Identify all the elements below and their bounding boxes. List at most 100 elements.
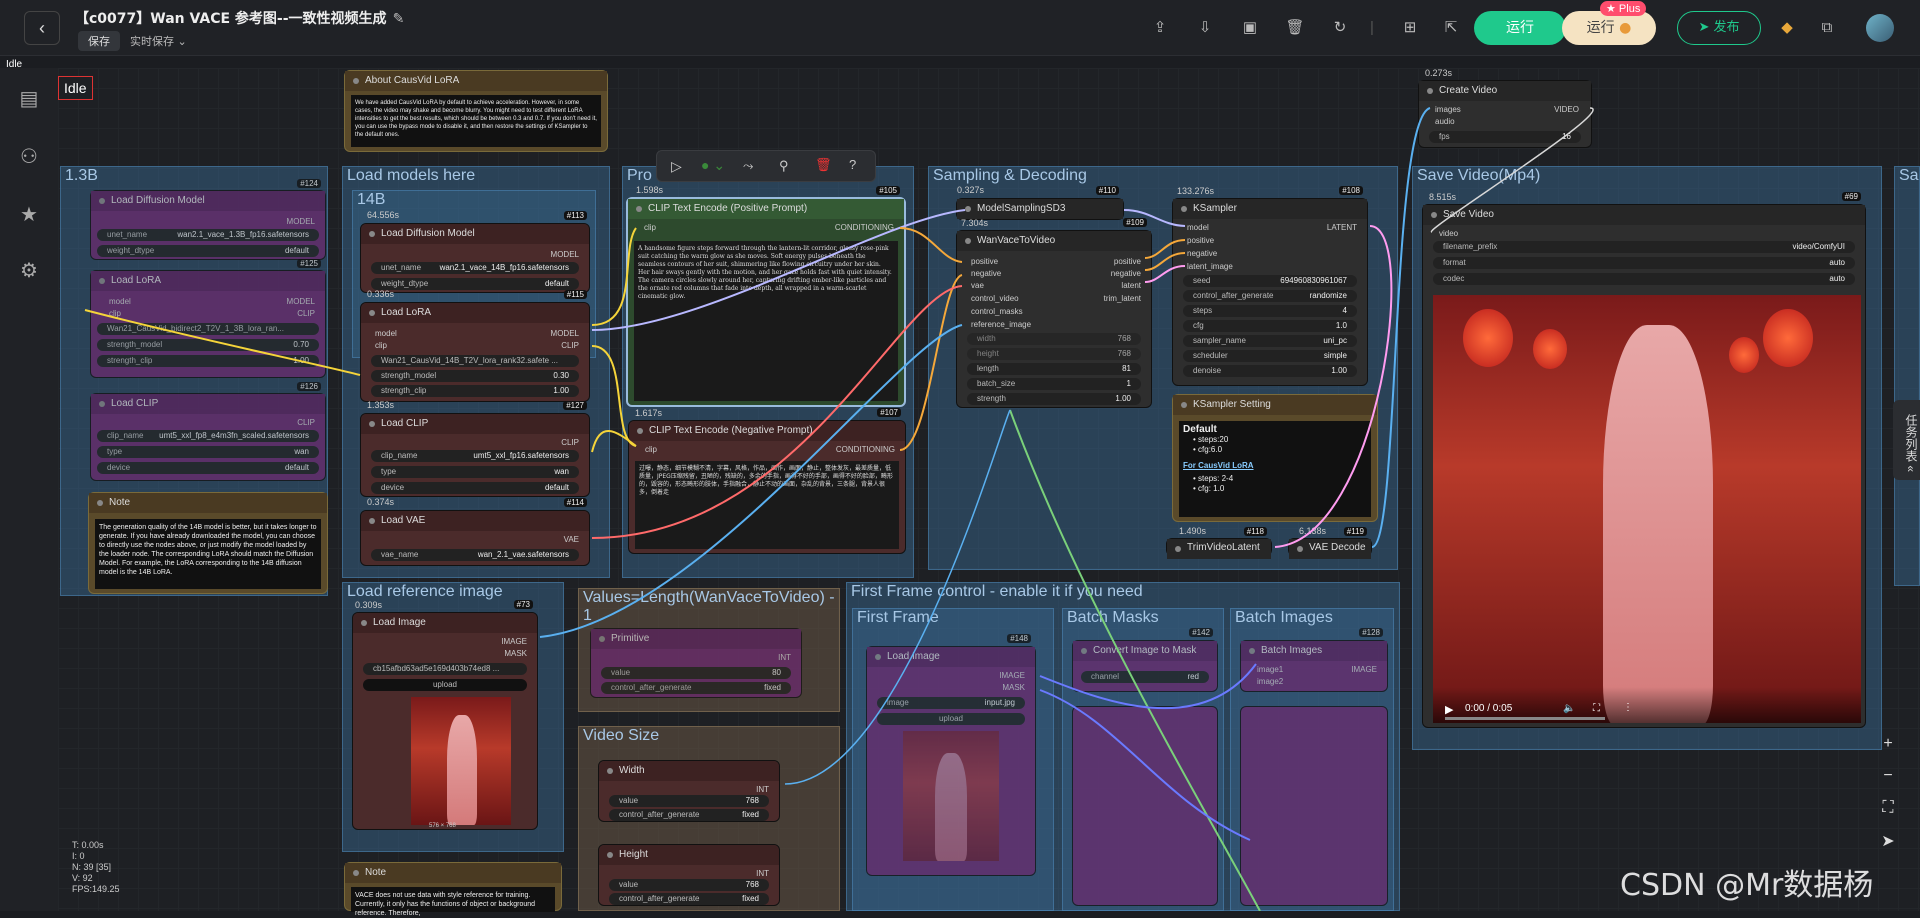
color-dot-icon[interactable]: ● ⌄ [701,157,725,174]
node-vae-decode[interactable]: 6.138s #119 VAE Decode [1288,526,1372,559]
output-image[interactable]: IMAGE [999,671,1025,680]
node-width[interactable]: Width INT value 768 control_after_generat… [598,760,780,822]
widget-strength-model[interactable]: strength_model 0.70 [97,339,319,351]
node-save-video[interactable]: 8.515s #69 Save Video video filename_pre… [1422,192,1866,728]
widget-strength-clip[interactable]: strength_clip 1.00 [371,385,579,397]
node-wan-vace-to-video[interactable]: 7.304s #109 WanVaceToVideo positive nega… [956,218,1152,408]
output-vae[interactable]: VAE [564,535,579,544]
node-note-14b[interactable]: Note The generation quality of the 14B m… [88,492,328,594]
widget-lora-name[interactable]: Wan21_CausVid_14B_T2V_lora_rank32.safete… [371,355,579,367]
input-model[interactable]: model [375,329,397,338]
widget-strength[interactable]: strength 1.00 [967,393,1141,405]
save-button[interactable]: 保存 [78,31,120,51]
output-conditioning[interactable]: CONDITIONING [835,223,894,232]
widget-channel[interactable]: channel red [1081,671,1209,683]
node-primitive[interactable]: Primitive INT value 80 control_after_gene… [590,628,802,698]
widget-unet-name[interactable]: unet_name wan2.1_vace_1.3B_fp16.safetenso… [97,229,319,241]
input-clip[interactable]: clip [109,309,121,318]
upload-button[interactable]: upload [363,679,527,691]
bypass-icon[interactable]: ⤳ [743,158,753,174]
run-button[interactable]: 运行 [1474,11,1566,45]
prompt-textarea[interactable]: 过曝，静态，细节模糊不清，字幕，风格，作品，画作，画面，静止，整体发灰，最差质量… [635,461,899,549]
node-batch-images[interactable]: #128 Batch Images image1 image2 IMAGE [1240,628,1388,692]
widget-clip-name[interactable]: clip_name umt5_xxl_fp8_e4m3fn_scaled.safe… [97,430,319,442]
pin-icon[interactable]: ⚲ [779,158,789,174]
output-clip[interactable]: CLIP [297,309,315,318]
output-clip[interactable]: CLIP [561,438,579,447]
widget-cfg[interactable]: cfg 1.0 [1183,320,1357,332]
node-mask-batch-stack[interactable] [1072,706,1218,906]
output-image[interactable]: IMAGE [501,637,527,646]
node-load-diffusion-model[interactable]: 64.556s #113 Load Diffusion Model MODEL … [360,210,590,293]
input-control-masks[interactable]: control_masks [971,307,1023,316]
node-load-image[interactable]: 0.309s #73 Load Image IMAGE MASK cb15afb… [352,600,538,830]
output-positive[interactable]: positive [1114,257,1141,266]
widget-scheduler[interactable]: scheduler simple [1183,350,1357,362]
input-model[interactable]: model [1187,223,1209,232]
play-icon[interactable]: ▶ [1445,703,1453,716]
widget-weight-dtype[interactable]: weight_dtype default [371,278,579,290]
output-model[interactable]: MODEL [287,217,315,226]
node-create-video[interactable]: 0.273s Create Video images audio VIDEO f… [1418,68,1592,148]
widget-control-after-generate[interactable]: control_after_generate fixed [601,682,791,694]
output-int[interactable]: INT [778,653,791,662]
avatar[interactable] [1866,14,1894,42]
output-model[interactable]: MODEL [551,250,579,259]
output-clip[interactable]: CLIP [297,418,315,427]
play-icon[interactable]: ▷ [671,158,682,175]
node-trim-video-latent[interactable]: 1.490s #118 TrimVideoLatent [1166,526,1272,559]
task-list-panel[interactable]: 任务列表 « [1893,400,1920,480]
widget-type[interactable]: type wan [97,446,319,458]
note-text[interactable]: The generation quality of the 14B model … [95,519,321,589]
input-image2[interactable]: image2 [1257,677,1283,686]
widget-type[interactable]: type wan [371,466,579,478]
widget-length[interactable]: length 81 [967,363,1141,375]
widget-control-after-generate[interactable]: control_after_generate fixed [609,809,769,821]
node-load-image-first-frame[interactable]: #148 Load Image IMAGE MASK image input.jp… [866,634,1036,876]
edit-pencil-icon[interactable]: ✎ [393,11,405,27]
pointer-icon[interactable]: ➤ [1876,831,1900,855]
input-clip[interactable]: clip [645,445,657,454]
widget-image[interactable]: cb15afbd63ad5e169d403b74ed8 ... [363,663,527,675]
diamond-icon[interactable]: ◆ [1777,18,1797,38]
widget-lora-name[interactable]: Wan21_CausVid_bidirect2_T2V_1_3B_lora_ra… [97,323,319,335]
output-negative[interactable]: negative [1111,269,1141,278]
node-about-causvid[interactable]: About CausVid LoRA We have added CausVid… [344,70,608,152]
output-image[interactable]: IMAGE [1351,665,1377,674]
widget-steps[interactable]: steps 4 [1183,305,1357,317]
output-clip[interactable]: CLIP [561,341,579,350]
hierarchy-icon[interactable]: ⚇ [17,144,41,168]
run-plus-button[interactable]: 运行 ● [1562,11,1656,45]
widget-height[interactable]: height 768 [967,348,1141,360]
upload-icon[interactable]: ⇪ [1150,18,1170,38]
input-image1[interactable]: image1 [1257,665,1283,674]
widget-unet-name[interactable]: unet_name wan2.1_vace_14B_fp16.safetensor… [371,262,579,274]
input-control-video[interactable]: control_video [971,294,1019,303]
more-icon[interactable]: ⋮ [1623,702,1633,713]
trash-icon[interactable]: 🗑 [1285,18,1305,38]
widget-device[interactable]: device default [371,482,579,494]
input-video[interactable]: video [1439,229,1458,238]
node-load-lora-1-3b[interactable]: Load LoRA #125 model clip MODEL CLIP Wan… [90,259,326,378]
input-model[interactable]: model [109,297,131,306]
widget-weight-dtype[interactable]: weight_dtype default [97,245,319,257]
zoom-in-icon[interactable]: + [1876,735,1900,759]
document-icon[interactable]: ▤ [17,86,41,110]
widget-width[interactable]: width 768 [967,333,1141,345]
widget-sampler-name[interactable]: sampler_name uni_pc [1183,335,1357,347]
upload-button[interactable]: upload [877,713,1025,725]
node-load-lora[interactable]: 0.336s #115 Load LoRA model clip MODEL C… [360,289,590,402]
node-model-sampling-sd3[interactable]: 0.327s #110 ModelSamplingSD3 [956,185,1124,220]
widget-strength-clip[interactable]: strength_clip 1.00 [97,355,319,367]
help-icon[interactable]: ? [849,157,856,172]
widget-codec[interactable]: codec auto [1433,273,1855,285]
node-clip-text-encode-negative[interactable]: 1.617s #107 CLIP Text Encode (Negative P… [628,408,906,554]
widget-fps[interactable]: fps 16 [1429,131,1581,143]
input-positive[interactable]: positive [1187,236,1214,245]
node-image-batch-stack[interactable] [1240,706,1388,906]
gear-icon[interactable]: ⚙ [17,258,41,282]
node-ksampler-setting[interactable]: KSampler Setting Default • steps:20 • cf… [1172,394,1378,522]
widget-device[interactable]: device default [97,462,319,474]
video-preview[interactable]: ▶ 0:00 / 0:05 🔈 ⛶ ⋮ [1433,295,1861,723]
output-model[interactable]: MODEL [287,297,315,306]
